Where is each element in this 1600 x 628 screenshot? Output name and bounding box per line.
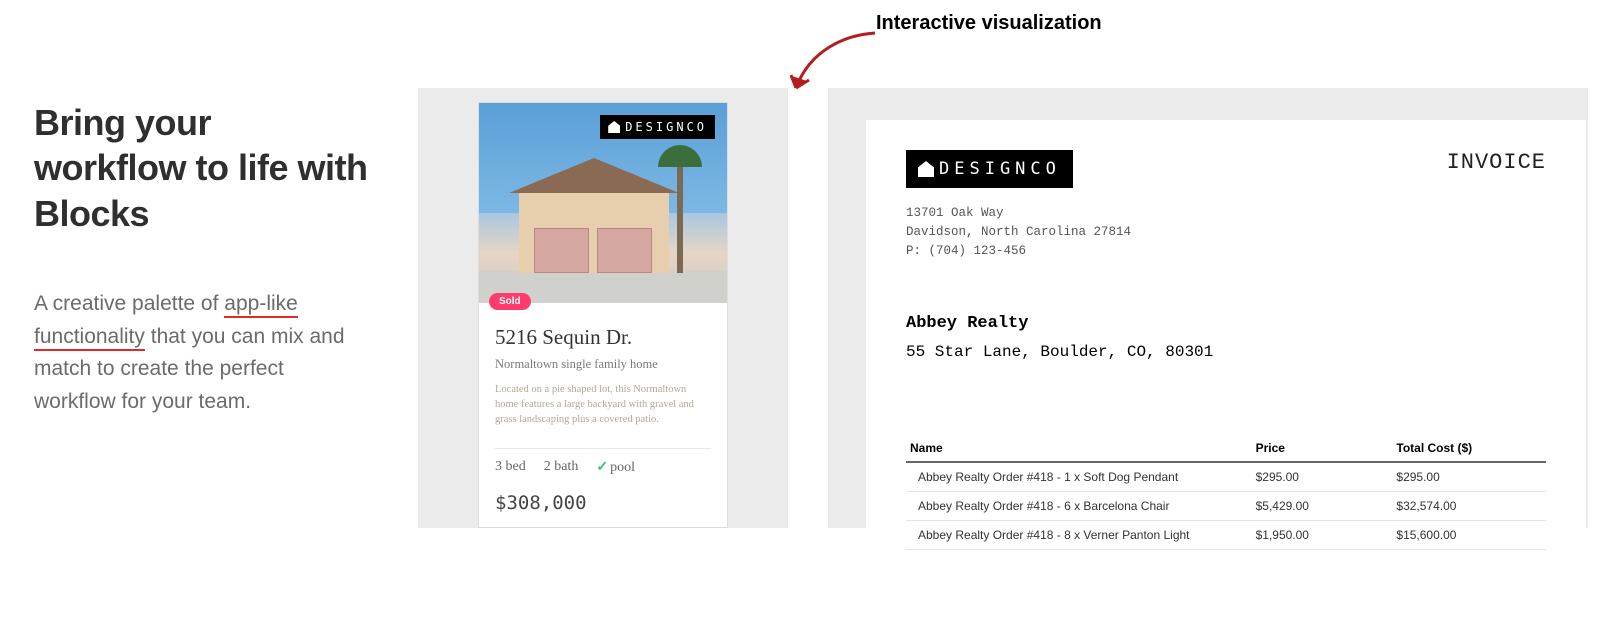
garage-shape xyxy=(597,228,652,273)
cell-name: Abbey Realty Order #418 - 6 x Barcelona … xyxy=(906,492,1252,521)
from-line1: 13701 Oak Way xyxy=(906,204,1131,223)
listing-description: Located on a pie shaped lot, this Normal… xyxy=(495,382,711,428)
house-icon xyxy=(918,161,934,177)
stat-baths: 2 bath xyxy=(544,459,579,475)
callout-label: Interactive visualization xyxy=(876,12,1102,35)
invoice-table: Name Price Total Cost ($) Abbey Realty O… xyxy=(906,435,1546,550)
listing-panel: DESIGNCO Sold 5216 Sequin Dr. Normaltown… xyxy=(418,88,788,528)
table-row[interactable]: Abbey Realty Order #418 - 8 x Verner Pan… xyxy=(906,521,1546,550)
to-address: 55 Star Lane, Boulder, CO, 80301 xyxy=(906,343,1546,361)
cell-price: $1,950.00 xyxy=(1252,521,1393,550)
cell-price: $295.00 xyxy=(1252,462,1393,492)
listing-photo: DESIGNCO xyxy=(479,103,727,303)
stat-pool: ✓pool xyxy=(596,459,635,476)
col-price: Price xyxy=(1252,435,1393,462)
from-line2: Davidson, North Carolina 27814 xyxy=(906,223,1131,242)
invoice-to: Abbey Realty 55 Star Lane, Boulder, CO, … xyxy=(906,314,1546,361)
to-name: Abbey Realty xyxy=(906,314,1546,333)
cell-name: Abbey Realty Order #418 - 1 x Soft Dog P… xyxy=(906,462,1252,492)
cell-total: $295.00 xyxy=(1392,462,1546,492)
listing-price: $308,000 xyxy=(495,492,711,514)
cell-price: $5,429.00 xyxy=(1252,492,1393,521)
invoice-label: INVOICE xyxy=(1447,150,1546,175)
brand-name: DESIGNCO xyxy=(625,120,707,134)
col-name: Name xyxy=(906,435,1252,462)
cell-name: Abbey Realty Order #418 - 8 x Verner Pan… xyxy=(906,521,1252,550)
table-header-row: Name Price Total Cost ($) xyxy=(906,435,1546,462)
stat-pool-label: pool xyxy=(610,460,635,475)
roof-shape xyxy=(509,158,679,193)
invoice-from: 13701 Oak Way Davidson, North Carolina 2… xyxy=(906,204,1131,260)
marketing-copy: Bring your workflow to life with Blocks … xyxy=(34,100,369,418)
col-total: Total Cost ($) xyxy=(1392,435,1546,462)
invoice-panel: DESIGNCO 13701 Oak Way Davidson, North C… xyxy=(828,88,1588,528)
subheadline: A creative palette of app-like functiona… xyxy=(34,288,369,418)
from-line3: P: (704) 123-456 xyxy=(906,242,1131,261)
table-row[interactable]: Abbey Realty Order #418 - 1 x Soft Dog P… xyxy=(906,462,1546,492)
palm-tree-shape xyxy=(677,153,683,273)
listing-subtitle: Normaltown single family home xyxy=(495,357,711,372)
headline: Bring your workflow to life with Blocks xyxy=(34,100,369,236)
invoice-head: DESIGNCO 13701 Oak Way Davidson, North C… xyxy=(906,150,1546,260)
subhead-pre: A creative palette of xyxy=(34,292,224,315)
subhead-link-1[interactable]: app-like xyxy=(224,292,298,318)
brand-chip: DESIGNCO xyxy=(906,150,1073,188)
subhead-link-2[interactable]: functionality xyxy=(34,325,145,351)
listing-body: 5216 Sequin Dr. Normaltown single family… xyxy=(479,303,727,524)
brand-chip: DESIGNCO xyxy=(600,115,715,139)
listing-title: 5216 Sequin Dr. xyxy=(495,325,711,350)
listing-stats: 3 bed 2 bath ✓pool xyxy=(495,448,711,476)
house-icon xyxy=(608,121,620,133)
invoice-sheet: DESIGNCO 13701 Oak Way Davidson, North C… xyxy=(866,120,1586,528)
sold-badge: Sold xyxy=(489,293,531,310)
cell-total: $15,600.00 xyxy=(1392,521,1546,550)
table-row[interactable]: Abbey Realty Order #418 - 6 x Barcelona … xyxy=(906,492,1546,521)
brand-name: DESIGNCO xyxy=(939,159,1061,179)
garage-shape xyxy=(534,228,589,273)
check-icon: ✓ xyxy=(596,460,608,475)
listing-card[interactable]: DESIGNCO Sold 5216 Sequin Dr. Normaltown… xyxy=(478,102,728,528)
cell-total: $32,574.00 xyxy=(1392,492,1546,521)
stat-beds: 3 bed xyxy=(495,459,526,475)
